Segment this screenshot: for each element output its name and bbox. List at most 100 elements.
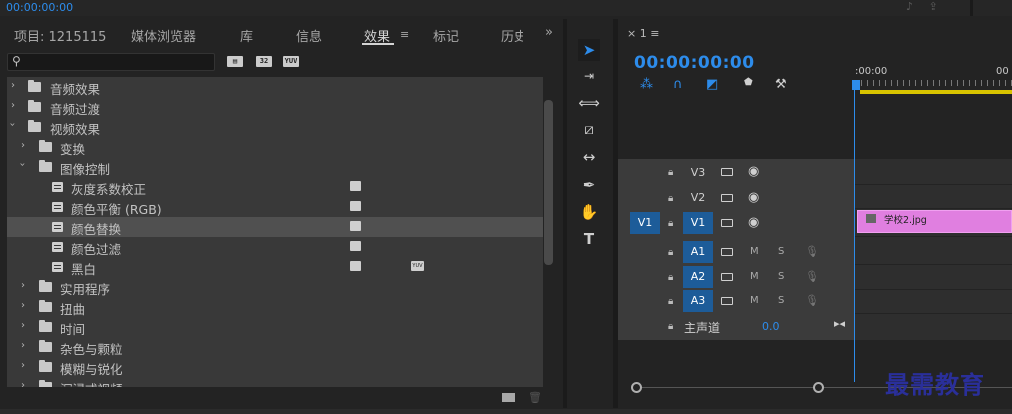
chevron-down-icon[interactable]: › [7, 123, 18, 127]
track-a3[interactable]: A3 [683, 290, 713, 312]
sync-lock-icon[interactable] [721, 194, 733, 202]
linked-selection-icon[interactable]: ◩ [706, 77, 718, 92]
sequence-tab[interactable]: × 1 ≡ [627, 27, 659, 40]
tree-item[interactable]: 灰度系数校正 [7, 177, 543, 197]
add-marker-icon[interactable]: ⬟ [744, 77, 753, 88]
tree-item[interactable]: › 图像控制 [7, 157, 543, 177]
playhead-handle[interactable] [852, 80, 860, 90]
track-select-tool-icon[interactable]: ⇥ [578, 65, 600, 87]
lock-icon[interactable]: 🔒︎ [668, 218, 673, 229]
lock-icon[interactable]: 🔒︎ [668, 321, 673, 332]
source-patch-v1[interactable]: V1 [630, 212, 660, 234]
sync-lock-icon[interactable] [721, 297, 733, 305]
snap-icon[interactable]: ∩ [673, 77, 683, 92]
mute-button[interactable]: M [750, 271, 759, 282]
chevron-right-icon[interactable]: › [21, 280, 25, 291]
eye-icon[interactable]: ◉ [748, 164, 759, 179]
tree-item[interactable]: › 扭曲 [7, 297, 543, 317]
tree-item[interactable]: › 音频过渡 [7, 97, 543, 117]
overflow-tabs-icon[interactable]: » [545, 25, 553, 40]
tab-libraries[interactable]: 库 [240, 26, 253, 45]
yuv-effects-icon[interactable]: YUV [283, 56, 299, 67]
new-bin-icon[interactable] [502, 393, 515, 402]
playhead-line[interactable] [854, 90, 855, 382]
tab-media-browser[interactable]: 媒体浏览器 [131, 26, 196, 45]
tree-item[interactable]: › 实用程序 [7, 277, 543, 297]
track-v3[interactable]: V3 [683, 162, 713, 184]
chevron-right-icon[interactable]: › [11, 80, 15, 91]
32bit-effects-icon[interactable]: 32 [256, 56, 272, 67]
sync-lock-icon[interactable] [721, 273, 733, 281]
zoom-handle-left[interactable] [631, 382, 642, 393]
tree-item[interactable]: › 变换 [7, 137, 543, 157]
work-area-bar[interactable] [860, 90, 1012, 94]
chevron-right-icon[interactable]: › [21, 340, 25, 351]
sync-lock-icon[interactable] [721, 248, 733, 256]
eye-icon[interactable]: ◉ [748, 215, 759, 230]
selection-tool-icon[interactable]: ➤ [578, 39, 600, 61]
ripple-edit-tool-icon[interactable]: ⟺ [578, 92, 600, 114]
slip-tool-icon[interactable]: ↔ [578, 146, 600, 168]
tab-info[interactable]: 信息 [296, 26, 322, 45]
track-a1[interactable]: A1 [683, 241, 713, 263]
master-volume-value[interactable]: 0.0 [762, 320, 780, 333]
tree-item[interactable]: 黑白 YUV [7, 257, 543, 277]
type-tool-icon[interactable]: T [578, 228, 600, 250]
chevron-right-icon[interactable]: › [11, 100, 15, 111]
chevron-right-icon[interactable]: › [21, 320, 25, 331]
tree-item-selected[interactable]: 颜色替换 [7, 217, 543, 237]
mic-icon[interactable]: 🎙︎ [805, 245, 819, 258]
solo-button[interactable]: S [778, 295, 784, 306]
tree-scrollbar[interactable] [544, 100, 553, 265]
zoom-handle-right[interactable] [813, 382, 824, 393]
track-v1[interactable]: V1 [683, 212, 713, 234]
track-a2[interactable]: A2 [683, 266, 713, 288]
mic-icon[interactable]: 🎙︎ [805, 294, 819, 307]
chevron-right-icon[interactable]: › [21, 300, 25, 311]
mute-button[interactable]: M [750, 295, 759, 306]
go-to-end-icon[interactable]: ▸◂ [834, 317, 845, 330]
chevron-right-icon[interactable]: › [21, 360, 25, 371]
solo-button[interactable]: S [778, 246, 784, 257]
tree-item[interactable]: 颜色过滤 [7, 237, 543, 257]
tree-item[interactable]: › 模糊与锐化 [7, 357, 543, 377]
mic-icon[interactable]: 🎙︎ [805, 270, 819, 283]
lock-icon[interactable]: 🔒︎ [668, 247, 673, 258]
eye-icon[interactable]: ◉ [748, 190, 759, 205]
chevron-down-icon[interactable]: › [17, 163, 28, 167]
tree-item[interactable]: › 沉浸式视频 [7, 377, 543, 387]
lock-icon[interactable]: 🔒︎ [668, 272, 673, 283]
top-right-icons[interactable]: ♪ ⇪ [906, 0, 944, 13]
chevron-right-icon[interactable]: › [21, 140, 25, 151]
solo-button[interactable]: S [778, 271, 784, 282]
razor-tool-icon[interactable]: ⧄ [578, 118, 600, 140]
track-v2[interactable]: V2 [683, 187, 713, 209]
tree-item[interactable]: › 视频效果 [7, 117, 543, 137]
hand-tool-icon[interactable]: ✋ [578, 201, 600, 223]
lock-icon[interactable]: 🔒︎ [668, 296, 673, 307]
video-clip[interactable] [857, 210, 1012, 233]
tree-item[interactable]: › 音频效果 [7, 77, 543, 97]
tab-history[interactable]: 历史 [501, 26, 523, 45]
trash-icon[interactable]: 🗑 [528, 391, 542, 404]
mute-button[interactable]: M [750, 246, 759, 257]
pen-tool-icon[interactable]: ✒ [578, 174, 600, 196]
accelerated-effects-icon[interactable]: ▤ [227, 56, 243, 67]
lock-icon[interactable]: 🔒︎ [668, 193, 673, 204]
sync-lock-icon[interactable] [721, 219, 733, 227]
tab-project[interactable]: 项目: 1215115 [14, 26, 106, 45]
tree-item[interactable]: › 杂色与颗粒 [7, 337, 543, 357]
tab-markers[interactable]: 标记 [433, 26, 459, 45]
tree-item[interactable]: › 时间 [7, 317, 543, 337]
lock-icon[interactable]: 🔒︎ [668, 167, 673, 178]
nest-icon[interactable]: ⁂ [640, 77, 653, 92]
chevron-right-icon[interactable]: › [21, 380, 25, 387]
timeline-timecode[interactable]: 00:00:00:00 [634, 53, 755, 73]
sync-lock-icon[interactable] [721, 168, 733, 176]
search-input[interactable] [7, 53, 215, 71]
tree-item[interactable]: 颜色平衡 (RGB) [7, 197, 543, 217]
panel-menu-icon[interactable]: ≡ [400, 28, 409, 41]
time-ruler[interactable] [855, 80, 1012, 86]
wrench-icon[interactable]: ⚒ [775, 77, 787, 92]
panel-divider[interactable] [970, 0, 973, 16]
